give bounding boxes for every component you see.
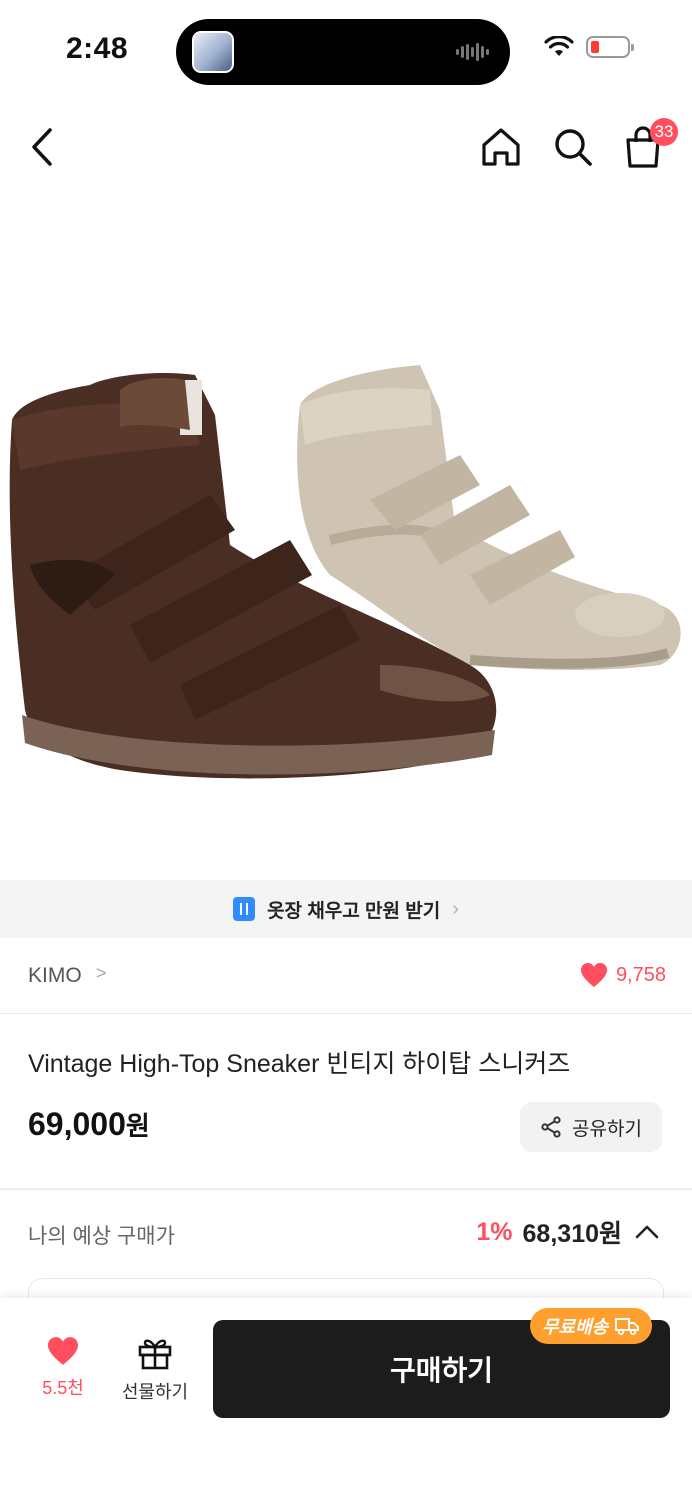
price-value: 69,000 — [28, 1106, 126, 1142]
heart-icon — [48, 1337, 78, 1365]
status-bar: 2:48 — [0, 0, 692, 100]
status-time: 2:48 — [66, 32, 129, 65]
product-price: 69,000원 — [28, 1106, 150, 1143]
like-count: 9,758 — [615, 963, 666, 986]
wishlist-button[interactable]: 5.5천 — [28, 1336, 98, 1406]
estimated-price-label: 나의 예상 구매가 — [28, 1225, 175, 1248]
promo-banner[interactable]: 옷장 채우고 만원 받기 › — [0, 880, 692, 938]
section-divider — [0, 1188, 692, 1190]
battery-icon — [586, 36, 634, 58]
sneaker-illustration — [9, 365, 681, 779]
estimated-price-toggle[interactable]: 1% 68,310원 — [476, 1214, 662, 1250]
share-button[interactable]: 공유하기 — [520, 1102, 662, 1152]
truck-icon — [615, 1318, 640, 1336]
cart-count-badge: 33 — [650, 118, 678, 146]
top-navigation: 33 — [0, 110, 692, 186]
chevron-up-icon — [635, 1225, 659, 1239]
free-shipping-label: 무료배송 — [542, 1317, 609, 1337]
bottom-action-bar: 5.5천 선물하기 구매하기 무료배송 — [0, 1298, 692, 1500]
wifi-icon — [544, 36, 574, 56]
status-indicators — [544, 36, 634, 58]
product-image[interactable] — [0, 195, 692, 880]
home-icon[interactable] — [478, 122, 524, 172]
like-button[interactable]: 9,758 — [580, 962, 666, 988]
dynamic-island[interactable] — [176, 19, 510, 85]
wishlist-count: 5.5천 — [42, 1378, 84, 1398]
share-icon — [541, 1116, 561, 1138]
brand-link[interactable]: KIMO — [28, 964, 82, 988]
estimated-price-value: 68,310원 — [522, 1220, 622, 1248]
heart-icon — [580, 963, 607, 987]
gift-icon — [138, 1339, 172, 1370]
wardrobe-icon — [233, 897, 256, 921]
now-playing-thumbnail — [192, 31, 234, 73]
brand-row: KIMO > 9,758 — [0, 938, 692, 1014]
back-icon[interactable] — [20, 122, 66, 172]
gift-label: 선물하기 — [121, 1382, 189, 1402]
product-title: Vintage High-Top Sneaker 빈티지 하이탑 스니커즈 — [28, 1050, 571, 1078]
audio-wave-icon — [456, 43, 489, 61]
promo-banner-text: 옷장 채우고 만원 받기 — [267, 900, 441, 922]
chevron-right-icon: > — [96, 963, 107, 983]
chevron-right-icon: › — [452, 897, 459, 920]
share-label: 공유하기 — [572, 1118, 642, 1140]
gift-button[interactable]: 선물하기 — [112, 1336, 198, 1404]
discount-percent: 1% — [476, 1217, 513, 1246]
free-shipping-badge: 무료배송 — [530, 1308, 653, 1344]
search-icon[interactable] — [550, 122, 596, 172]
price-unit: 원 — [125, 1111, 150, 1141]
